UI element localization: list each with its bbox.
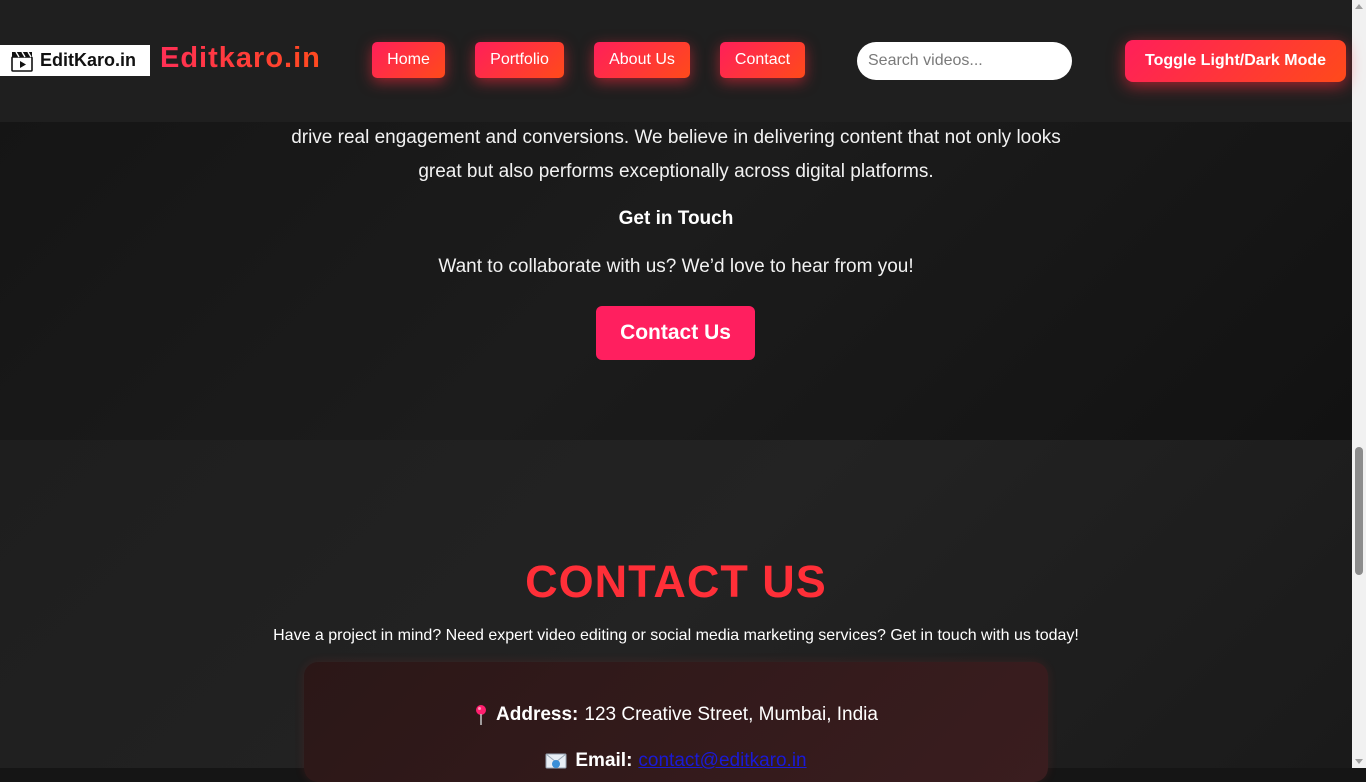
theme-toggle-button[interactable]: Toggle Light/Dark Mode	[1125, 40, 1346, 82]
nav-contact[interactable]: Contact	[720, 42, 805, 78]
email-row: Email: contact@editkaro.in	[304, 750, 1048, 772]
address-label: Address:	[496, 704, 579, 725]
email-link[interactable]: contact@editkaro.in	[638, 750, 806, 772]
nav-home[interactable]: Home	[372, 42, 445, 78]
site-header: EditKaro.in Editkaro.in Home Portfolio A…	[0, 0, 1352, 122]
email-label: Email:	[575, 750, 633, 771]
logo[interactable]: EditKaro.in	[0, 45, 150, 76]
address-value: 123 Creative Street, Mumbai, India	[584, 704, 878, 725]
contact-info-card: Address: 123 Creative Street, Mumbai, In…	[304, 662, 1048, 782]
collaborate-text: Want to collaborate with us? We’d love t…	[438, 256, 914, 277]
envelope-icon	[545, 752, 567, 770]
about-paragraph: drive real engagement and conversions. W…	[291, 127, 1061, 182]
contact-us-button[interactable]: Contact Us	[596, 306, 755, 360]
search-input[interactable]	[857, 42, 1072, 80]
brand-name[interactable]: Editkaro.in	[160, 42, 321, 75]
contact-title: CONTACT US	[525, 556, 827, 607]
contact-section: CONTACT US Have a project in mind? Need …	[0, 440, 1352, 782]
scrollbar-thumb[interactable]	[1355, 447, 1363, 575]
nav-portfolio[interactable]: Portfolio	[475, 42, 564, 78]
get-in-touch-heading: Get in Touch	[618, 208, 734, 229]
scroll-up-arrow-icon[interactable]	[1355, 4, 1363, 9]
contact-subtitle: Have a project in mind? Need expert vide…	[273, 627, 1079, 644]
pushpin-icon	[474, 704, 488, 726]
address-row: Address: 123 Creative Street, Mumbai, In…	[304, 704, 1048, 726]
scroll-down-arrow-icon[interactable]	[1355, 759, 1363, 764]
nav-about-us[interactable]: About Us	[594, 42, 690, 78]
logo-text: EditKaro.in	[40, 50, 137, 70]
page-scrollbar[interactable]	[1352, 0, 1366, 768]
clapperboard-icon	[10, 49, 34, 73]
